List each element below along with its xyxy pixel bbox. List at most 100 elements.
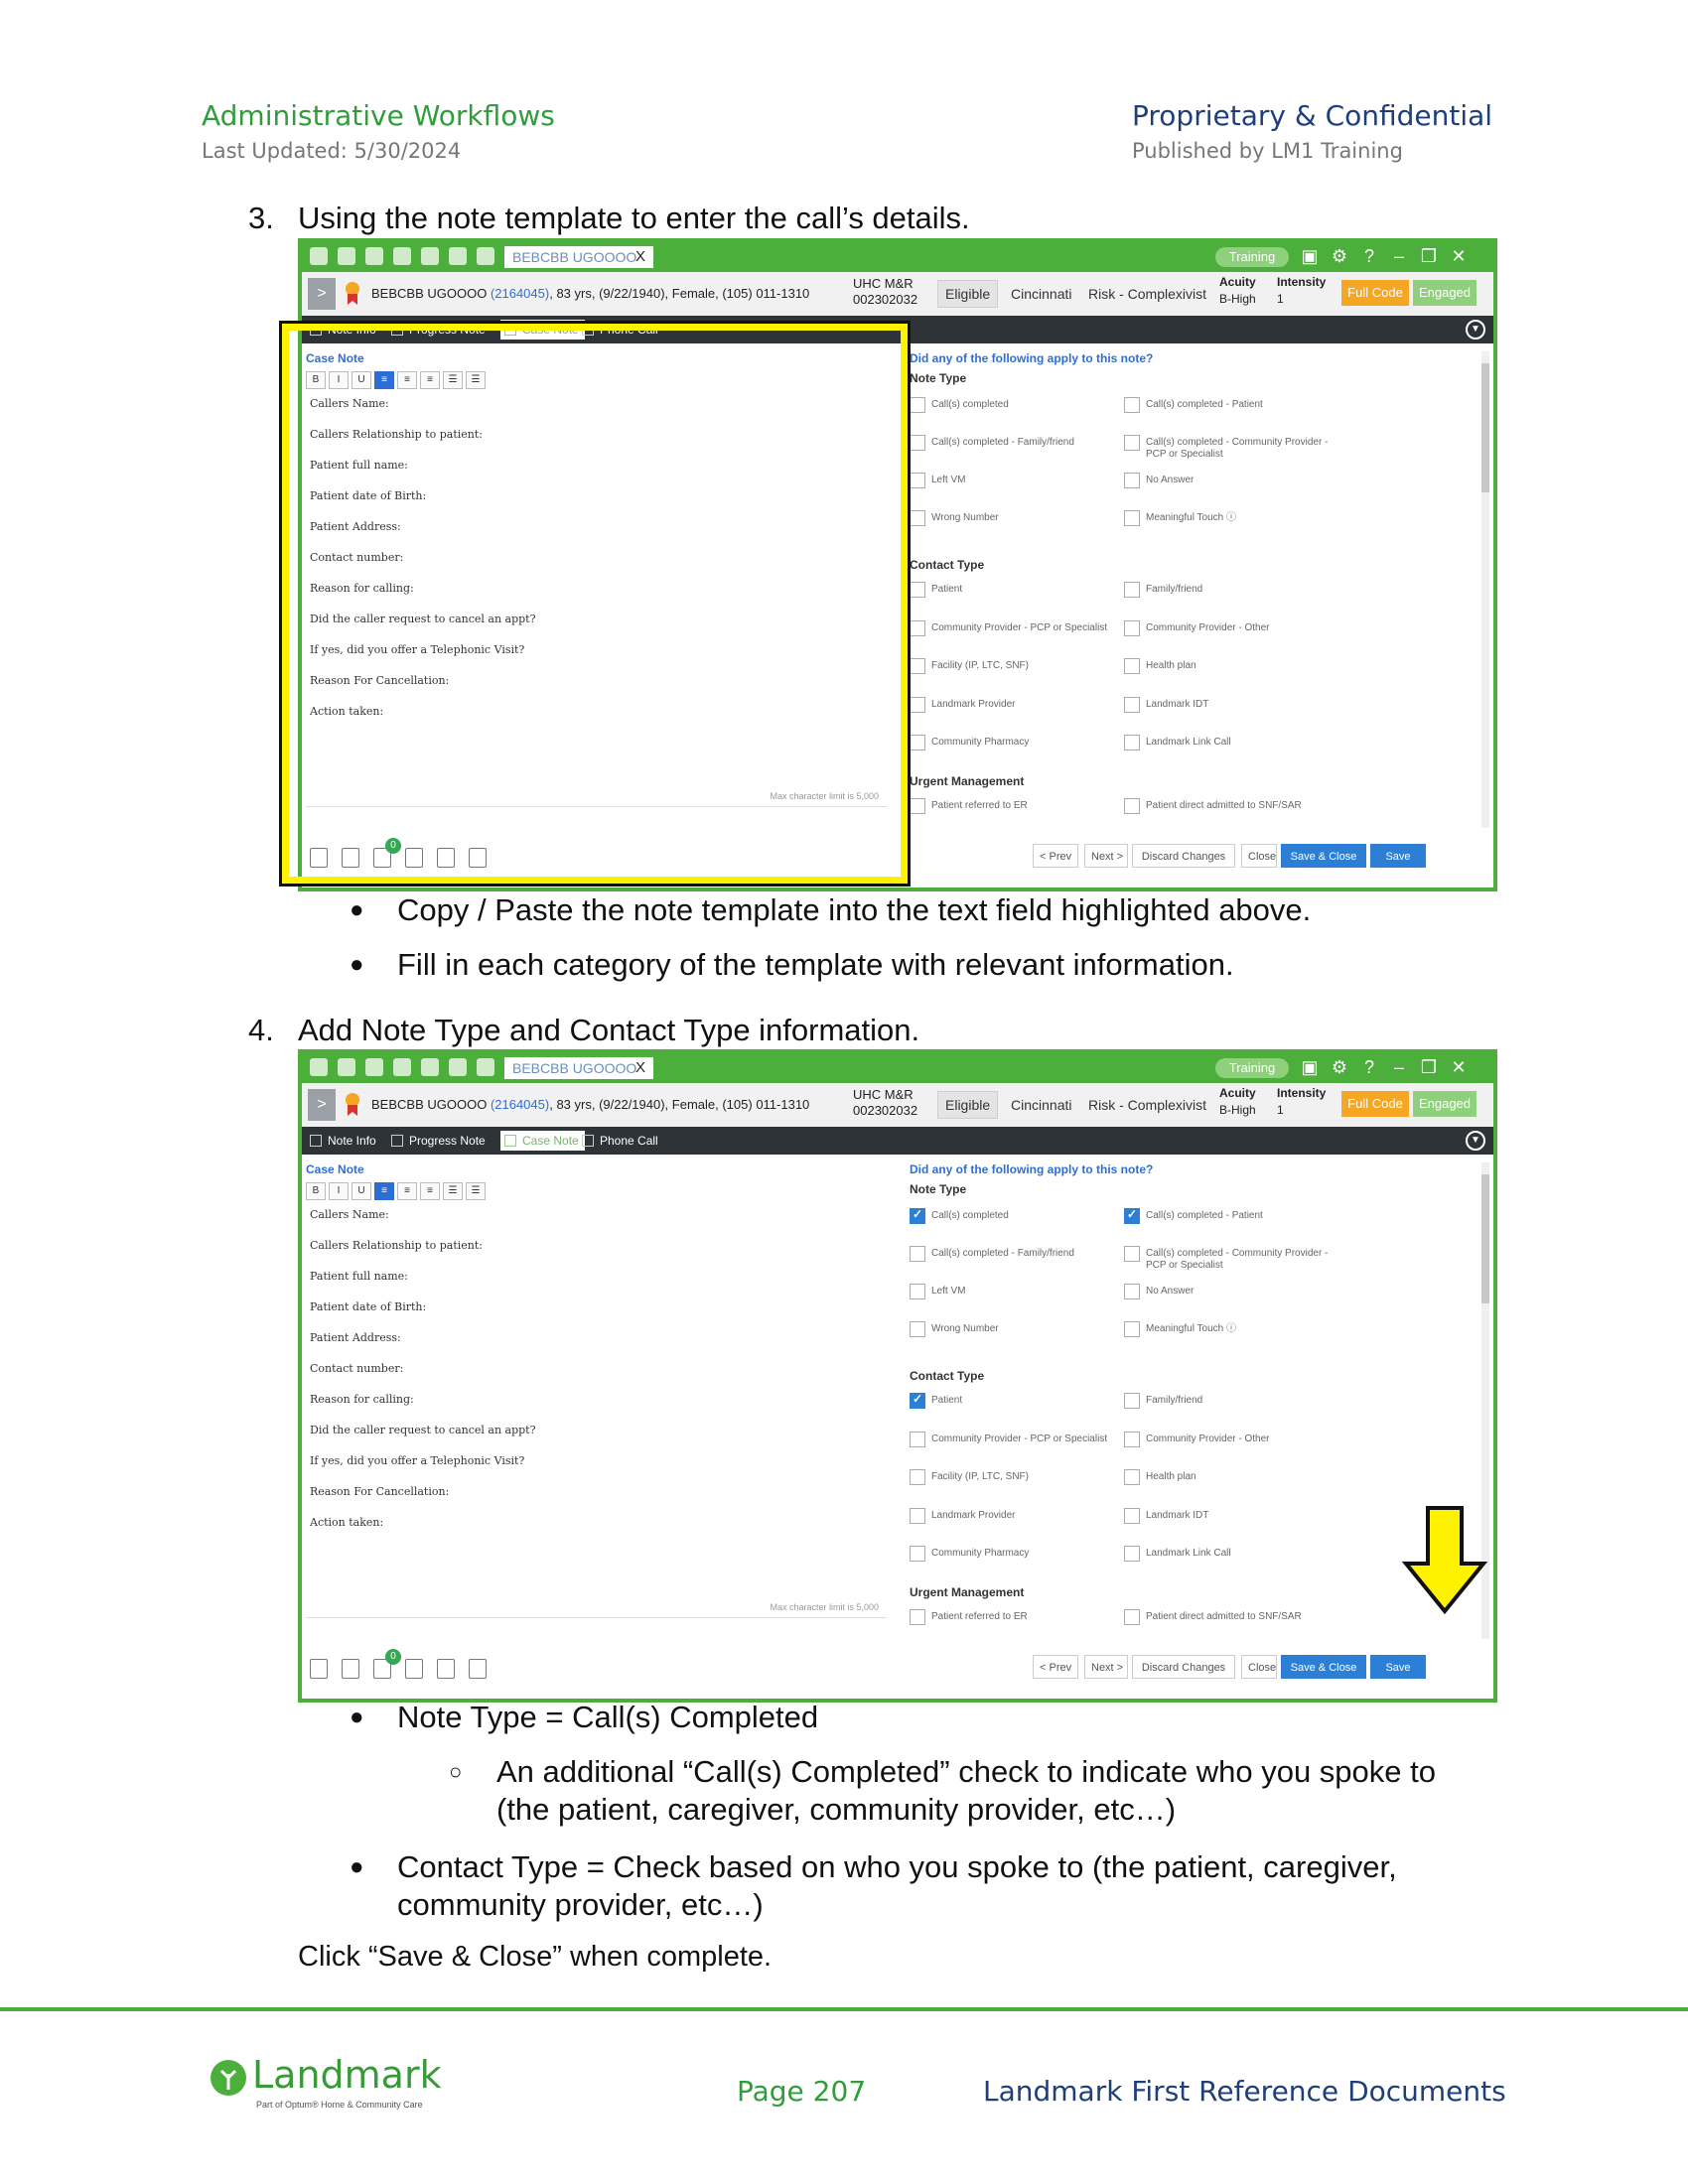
edit-icon[interactable] (437, 1659, 455, 1679)
contact-type-checkbox[interactable]: Facility (IP, LTC, SNF) (910, 1469, 1029, 1485)
contact-type-checkbox[interactable]: Community Provider - PCP or Specialist (910, 619, 1107, 636)
note-type-checkbox[interactable]: Call(s) completed (910, 1208, 1009, 1224)
restore-icon[interactable]: ❐ (1419, 245, 1439, 267)
close-window-icon[interactable]: ✕ (1449, 1056, 1469, 1078)
close-tab-icon[interactable]: X (635, 246, 645, 268)
next-button[interactable]: Next > (1084, 844, 1128, 868)
tab-phone-call[interactable]: Phone Call (578, 1131, 658, 1151)
trash-icon[interactable] (469, 1659, 487, 1679)
close-button[interactable]: Close (1241, 1655, 1277, 1679)
contact-type-checkbox[interactable]: Family/friend (1124, 582, 1202, 598)
save-and-close-button[interactable]: Save & Close (1281, 844, 1366, 868)
people-icon[interactable] (421, 247, 439, 265)
close-button[interactable]: Close (1241, 844, 1277, 868)
expand-arrow-icon[interactable]: > (308, 278, 336, 310)
scrollbar-thumb[interactable] (1481, 363, 1489, 492)
urgent-checkbox[interactable]: Patient direct admitted to SNF/SAR (1124, 798, 1302, 814)
cart-icon[interactable] (310, 1058, 328, 1076)
team-icon[interactable] (449, 247, 467, 265)
note-type-checkbox[interactable]: Call(s) completed - Patient (1124, 397, 1263, 413)
help-icon[interactable]: ? (1359, 1056, 1379, 1078)
contact-type-checkbox[interactable]: Landmark Link Call (1124, 735, 1231, 751)
note-type-checkbox[interactable]: Call(s) completed (910, 397, 1009, 413)
format-button[interactable]: ☰ (466, 1182, 486, 1200)
gear-icon[interactable]: ⚙ (1330, 1056, 1349, 1078)
note-type-checkbox[interactable]: Call(s) completed - Community Provider -… (1124, 1246, 1344, 1272)
contact-type-checkbox[interactable]: Facility (IP, LTC, SNF) (910, 658, 1029, 674)
discard-changes-button[interactable]: Discard Changes (1132, 1655, 1235, 1679)
tab-progress-note[interactable]: Progress Note (387, 1131, 486, 1151)
contact-type-checkbox[interactable]: Patient (910, 582, 962, 598)
note-type-checkbox[interactable]: Call(s) completed - Patient (1124, 1208, 1263, 1224)
patient-tab[interactable]: BEBCBB UGOOOO X (504, 246, 653, 268)
save-button[interactable]: Save (1370, 1655, 1426, 1679)
note-type-checkbox[interactable]: Wrong Number (910, 510, 999, 526)
format-button[interactable]: B (306, 1182, 326, 1200)
screen-icon[interactable]: ▣ (1300, 245, 1320, 267)
minimize-icon[interactable]: – (1389, 245, 1409, 267)
format-button[interactable]: ≡ (397, 1182, 417, 1200)
case-note-editor[interactable]: Case Note B I U ≡ ≡ ≡ ☰ ☰ Callers Name: Callers Re… (306, 1159, 894, 1635)
team-icon[interactable] (449, 1058, 467, 1076)
urgent-checkbox[interactable]: Patient direct admitted to SNF/SAR (1124, 1609, 1302, 1625)
note-type-checkbox[interactable]: Call(s) completed - Family/friend (910, 1246, 1074, 1262)
format-button[interactable]: ≡ (420, 1182, 440, 1200)
contact-type-checkbox[interactable]: Community Provider - PCP or Specialist (910, 1431, 1107, 1447)
urgent-checkbox[interactable]: Patient referred to ER (910, 1609, 1028, 1625)
scrollbar-thumb[interactable] (1481, 1174, 1489, 1303)
note-template-text[interactable]: Callers Name: Callers Relationship to pat… (310, 1208, 536, 1547)
contact-type-checkbox[interactable]: Landmark IDT (1124, 696, 1208, 713)
export-icon[interactable] (310, 1659, 328, 1679)
patient-id-link[interactable]: (2164045) (491, 1097, 549, 1112)
next-button[interactable]: Next > (1084, 1655, 1128, 1679)
calendar-icon[interactable] (393, 247, 411, 265)
list-icon[interactable] (405, 1659, 423, 1679)
format-button[interactable]: I (329, 1182, 349, 1200)
patient-tab[interactable]: BEBCBB UGOOOO X (504, 1057, 653, 1079)
note-type-checkbox[interactable]: Meaningful Touch ⓘ (1124, 1321, 1236, 1337)
help-doc-icon[interactable] (342, 1659, 359, 1679)
note-type-checkbox[interactable]: Meaningful Touch ⓘ (1124, 510, 1236, 526)
note-type-checkbox[interactable]: Left VM (910, 473, 965, 488)
people-icon[interactable] (421, 1058, 439, 1076)
urgent-checkbox[interactable]: Patient referred to ER (910, 798, 1028, 814)
note-type-checkbox[interactable]: No Answer (1124, 1284, 1194, 1299)
prev-button[interactable]: < Prev (1033, 1655, 1078, 1679)
contact-type-checkbox[interactable]: Landmark Provider (910, 696, 1015, 713)
cart-icon[interactable] (310, 247, 328, 265)
note-type-checkbox[interactable]: No Answer (1124, 473, 1194, 488)
save-and-close-button[interactable]: Save & Close (1281, 1655, 1366, 1679)
save-button[interactable]: Save (1370, 844, 1426, 868)
contact-type-checkbox[interactable]: Community Pharmacy (910, 1546, 1029, 1562)
contact-type-checkbox[interactable]: Landmark IDT (1124, 1507, 1208, 1524)
dashboard-icon[interactable] (338, 247, 355, 265)
clipboard-icon[interactable] (365, 1058, 383, 1076)
note-type-checkbox[interactable]: Left VM (910, 1284, 965, 1299)
format-button[interactable]: U (352, 1182, 371, 1200)
calendar-icon[interactable] (393, 1058, 411, 1076)
prev-button[interactable]: < Prev (1033, 844, 1078, 868)
note-type-checkbox[interactable]: Call(s) completed - Family/friend (910, 435, 1074, 451)
collapse-icon[interactable]: ▼ (1466, 1131, 1485, 1151)
screen-icon[interactable]: ▣ (1300, 1056, 1320, 1078)
contact-type-checkbox[interactable]: Landmark Link Call (1124, 1546, 1231, 1562)
close-window-icon[interactable]: ✕ (1449, 245, 1469, 267)
contact-type-checkbox[interactable]: Patient (910, 1393, 962, 1409)
minimize-icon[interactable]: – (1389, 1056, 1409, 1078)
format-button[interactable]: ☰ (443, 1182, 463, 1200)
close-tab-icon[interactable]: X (635, 1057, 645, 1079)
contact-type-checkbox[interactable]: Community Pharmacy (910, 735, 1029, 751)
dashboard-icon[interactable] (338, 1058, 355, 1076)
contact-type-checkbox[interactable]: Health plan (1124, 1469, 1196, 1485)
expand-arrow-icon[interactable]: > (308, 1089, 336, 1121)
scrollbar[interactable] (1481, 351, 1489, 828)
tab-case-note[interactable]: Case Note (500, 1131, 585, 1151)
restore-icon[interactable]: ❐ (1419, 1056, 1439, 1078)
contact-type-checkbox[interactable]: Community Provider - Other (1124, 1431, 1269, 1447)
patient-id-link[interactable]: (2164045) (491, 286, 549, 301)
note-type-checkbox[interactable]: Call(s) completed - Community Provider -… (1124, 435, 1344, 461)
clipboard-icon[interactable] (365, 247, 383, 265)
discard-changes-button[interactable]: Discard Changes (1132, 844, 1235, 868)
note-type-checkbox[interactable]: Wrong Number (910, 1321, 999, 1337)
contact-type-checkbox[interactable]: Landmark Provider (910, 1507, 1015, 1524)
